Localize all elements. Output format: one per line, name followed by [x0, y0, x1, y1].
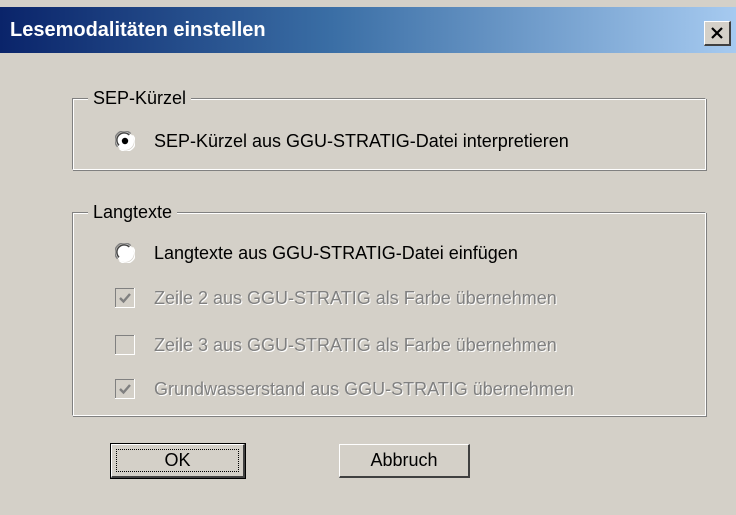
- checkbox-zeile3-label[interactable]: Zeile 3 aus GGU-STRATIG als Farbe überne…: [154, 335, 557, 355]
- checkbox-grundwasser-label[interactable]: Grundwasserstand aus GGU-STRATIG überneh…: [154, 379, 574, 399]
- langtexte-group-legend: Langtexte: [88, 202, 178, 222]
- radio-empty-icon[interactable]: [115, 243, 135, 263]
- radio-selected-icon[interactable]: [115, 131, 135, 151]
- checkbox-zeile2-label[interactable]: Zeile 2 aus GGU-STRATIG als Farbe überne…: [154, 288, 557, 308]
- ok-button-label: OK: [164, 450, 191, 470]
- checkbox-empty-icon[interactable]: [115, 335, 135, 355]
- sep-option-label[interactable]: SEP-Kürzel aus GGU-STRATIG-Datei interpr…: [154, 131, 569, 151]
- close-icon: [711, 26, 723, 39]
- close-button[interactable]: [704, 21, 731, 46]
- dialog-title: Lesemodalitäten einstellen: [10, 19, 266, 41]
- sep-group-legend: SEP-Kürzel: [88, 88, 192, 108]
- cancel-button-label: Abbruch: [370, 450, 438, 470]
- title-bar[interactable]: Lesemodalitäten einstellen: [0, 7, 736, 53]
- cancel-button[interactable]: Abbruch: [339, 444, 470, 478]
- checkbox-checked-icon[interactable]: [115, 379, 135, 399]
- langtexte-radio-label[interactable]: Langtexte aus GGU-STRATIG-Datei einfügen: [154, 243, 518, 263]
- dialog-window: Lesemodalitäten einstellen SEP-Kürzel SE…: [0, 0, 736, 515]
- checkbox-checked-icon[interactable]: [115, 288, 135, 308]
- ok-button[interactable]: OK: [110, 443, 246, 479]
